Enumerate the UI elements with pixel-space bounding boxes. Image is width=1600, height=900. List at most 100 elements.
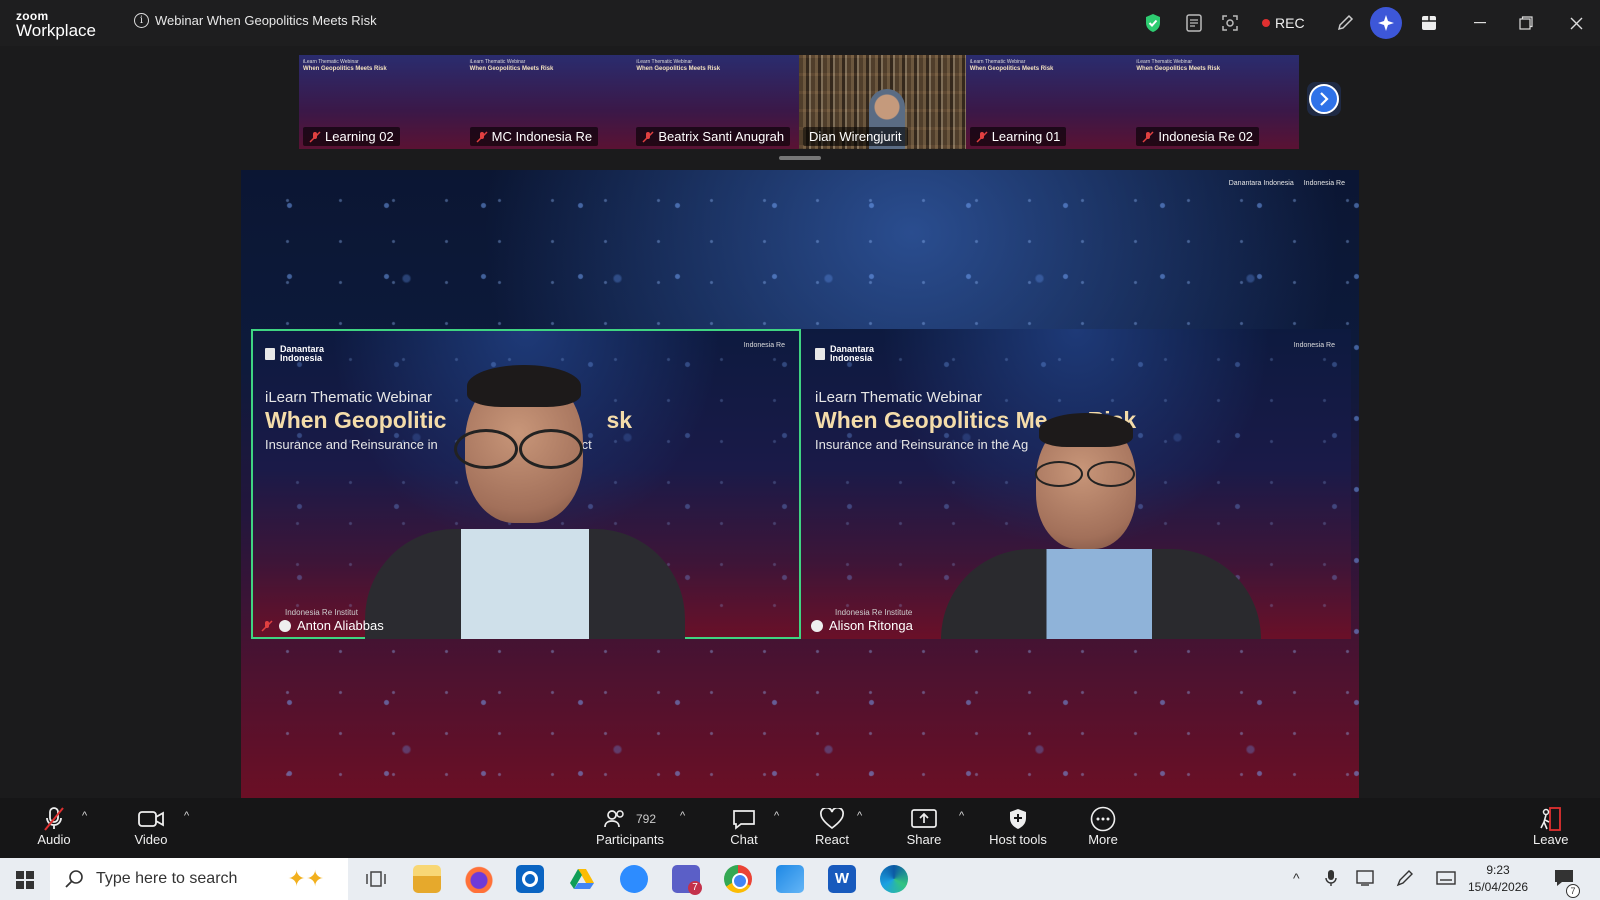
mic-muted-icon — [642, 130, 654, 143]
zoom-app-icon[interactable] — [620, 865, 648, 893]
logo-product: Workplace — [16, 21, 96, 40]
participant-name-tag: Learning 02 — [303, 127, 400, 146]
brand-logo: Danantara Indonesia — [1228, 180, 1294, 187]
partner-logo: Indonesia Re — [1303, 180, 1345, 187]
thumbnail-tile[interactable]: iLearn Thematic Webinar When Geopolitics … — [1132, 55, 1300, 149]
thumbnail-tile[interactable]: Dian Wirengjurit — [799, 55, 966, 149]
share-options-chevron-icon[interactable]: ^ — [959, 810, 964, 822]
ai-companion-icon[interactable] — [1370, 7, 1402, 39]
react-button[interactable]: React — [814, 806, 850, 847]
resize-handle[interactable] — [779, 156, 821, 160]
meeting-title: Webinar When Geopolitics Meets Risk — [155, 13, 377, 28]
recording-indicator[interactable]: REC — [1262, 0, 1305, 46]
thumbnail-tile[interactable]: iLearn Thematic Webinar When Geopolitics … — [465, 55, 633, 149]
share-screen-icon — [906, 806, 942, 832]
google-drive-icon[interactable] — [568, 865, 596, 893]
glasses-icon — [519, 429, 583, 469]
participant-name-tag: Indonesia Re Institut Anton Aliabbas — [261, 608, 384, 633]
host-tools-label: Host tools — [989, 832, 1047, 847]
teams-badge: 7 — [688, 881, 702, 895]
mini-sub: iLearn Thematic Webinar — [469, 59, 526, 65]
chat-button[interactable]: Chat — [728, 806, 760, 847]
participant-count: 792 — [635, 812, 657, 826]
task-view-icon[interactable] — [362, 865, 390, 893]
heart-icon — [814, 806, 850, 832]
touch-keyboard-icon[interactable] — [1436, 871, 1456, 890]
participant-name: Learning 01 — [991, 129, 1061, 144]
video-options-chevron-icon[interactable]: ^ — [184, 810, 189, 822]
participants-icon: 792 — [594, 806, 666, 832]
host-tools-button[interactable]: Host tools — [987, 806, 1049, 847]
react-options-chevron-icon[interactable]: ^ — [857, 810, 862, 822]
meeting-info[interactable]: i Webinar When Geopolitics Meets Risk — [134, 13, 377, 28]
shield-icon[interactable] — [1140, 10, 1166, 36]
participant-name-tag: Indonesia Re Institute Alison Ritonga — [811, 608, 913, 633]
tile-partner: Indonesia Re — [1294, 342, 1335, 349]
system-clock[interactable]: 9:23 15/04/2026 — [1468, 862, 1528, 896]
video-label: Video — [134, 832, 168, 847]
speaker-hair — [467, 365, 581, 407]
participant-name: Beatrix Santi Anugrah — [658, 129, 785, 144]
video-tile[interactable]: Danantara Indonesia Indonesia Re iLearn … — [801, 329, 1351, 639]
thumbnail-slide-text: iLearn Thematic Webinar When Geopolitics … — [970, 59, 1054, 73]
firefox-icon[interactable] — [465, 865, 493, 893]
share-button[interactable]: Share — [906, 806, 942, 847]
minimize-icon[interactable] — [1457, 0, 1503, 46]
participants-options-chevron-icon[interactable]: ^ — [680, 810, 685, 822]
glasses-icon — [1087, 461, 1135, 487]
thumbnail-tile[interactable]: iLearn Thematic Webinar When Geopolitics … — [632, 55, 800, 149]
captions-icon[interactable] — [1181, 10, 1207, 36]
edge-icon[interactable] — [880, 865, 908, 893]
close-icon[interactable] — [1553, 0, 1599, 46]
next-page-button[interactable] — [1307, 82, 1341, 116]
mini-sub: iLearn Thematic Webinar — [636, 59, 693, 65]
annotate-icon[interactable] — [1332, 10, 1358, 36]
clock-date: 15/04/2026 — [1468, 880, 1529, 894]
apps-icon[interactable] — [1416, 10, 1442, 36]
network-icon[interactable] — [1356, 870, 1374, 891]
notifications-icon[interactable]: 7 — [1554, 869, 1580, 898]
participants-label: Participants — [596, 832, 664, 847]
microphone-tray-icon[interactable] — [1325, 869, 1337, 892]
mic-muted-icon — [261, 619, 273, 632]
show-hidden-icons-chevron-icon[interactable]: ^ — [1293, 870, 1300, 886]
thumbnail-tile[interactable]: iLearn Thematic Webinar When Geopolitics … — [965, 55, 1133, 149]
thumbnail-slide-text: iLearn Thematic Webinar When Geopolitics … — [636, 59, 720, 73]
participant-name: Indonesia Re 02 — [1158, 129, 1254, 144]
video-tile-active-speaker[interactable]: Danantara Indonesia Indonesia Re iLearn … — [251, 329, 801, 639]
speaker-body — [941, 549, 1261, 639]
taskbar-search-box[interactable]: Type here to search ✦✦ — [50, 858, 348, 900]
participant-name: Alison Ritonga — [829, 618, 913, 633]
participant-name-tag: Dian Wirengjurit — [803, 127, 908, 146]
windows-start-icon[interactable] — [16, 871, 34, 894]
speaker-hair — [1039, 413, 1133, 447]
audio-options-chevron-icon[interactable]: ^ — [82, 810, 87, 822]
pen-icon[interactable] — [1396, 869, 1414, 892]
participant-name-tag: MC Indonesia Re — [469, 127, 599, 146]
participant-name: MC Indonesia Re — [491, 129, 593, 144]
stage-logos: Danantara Indonesia Indonesia Re — [1229, 180, 1345, 187]
windows-taskbar: Type here to search ✦✦ 7 W ^ 9:23 15/04/… — [0, 858, 1600, 900]
word-icon[interactable]: W — [828, 865, 856, 893]
participant-video — [355, 329, 695, 639]
restore-icon[interactable] — [1503, 0, 1549, 46]
tile-brand: Danantara Indonesia — [815, 345, 874, 363]
video-button[interactable]: Video — [131, 806, 171, 847]
participants-button[interactable]: 792 Participants — [594, 806, 666, 847]
mini-head: When Geopolitics Meets Risk — [636, 66, 721, 72]
chrome-icon[interactable] — [724, 865, 752, 893]
teams-icon[interactable]: 7 — [672, 865, 702, 895]
outlook-icon[interactable] — [516, 865, 544, 893]
photos-icon[interactable] — [776, 865, 804, 893]
info-icon[interactable]: i — [134, 13, 149, 28]
mic-muted-icon — [309, 130, 321, 143]
leave-button[interactable]: Leave — [1533, 806, 1568, 847]
more-button[interactable]: More — [1088, 806, 1118, 847]
leave-icon — [1533, 806, 1567, 832]
chat-options-chevron-icon[interactable]: ^ — [774, 810, 779, 822]
focus-icon[interactable] — [1217, 10, 1243, 36]
mic-muted-icon — [476, 130, 488, 143]
thumbnail-tile[interactable]: iLearn Thematic Webinar When Geopolitics … — [299, 55, 466, 149]
file-explorer-icon[interactable] — [413, 865, 441, 893]
audio-button[interactable]: Audio — [36, 806, 72, 847]
